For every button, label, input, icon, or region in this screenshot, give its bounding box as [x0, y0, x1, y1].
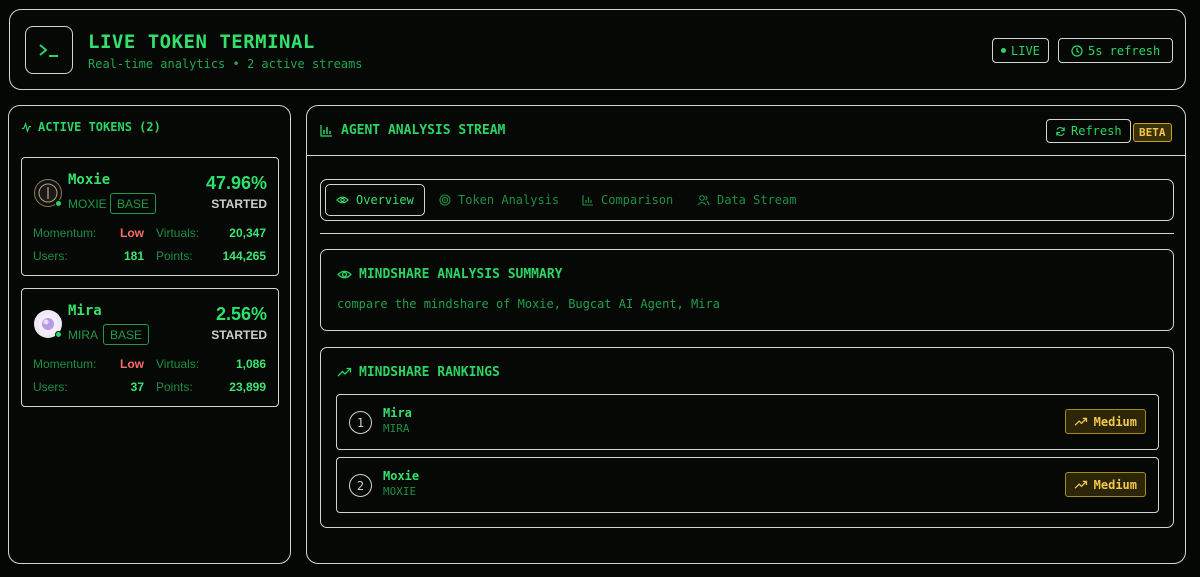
token-percent: 2.56% — [215, 304, 267, 324]
header-panel: LIVE TOKEN TERMINAL Real-time analytics … — [9, 9, 1186, 90]
online-dot-icon — [55, 331, 62, 338]
trending-up-icon — [1074, 480, 1087, 489]
users-icon — [697, 195, 710, 206]
mindshare-level-badge: Medium — [1064, 409, 1146, 434]
virtuals-label: Virtuals: — [156, 226, 200, 240]
mindshare-rankings-heading: MINDSHARE RANKINGS — [337, 365, 500, 380]
bar-chart-icon — [320, 125, 332, 137]
active-tokens-title: ACTIVE TOKENS (2) — [38, 120, 161, 134]
virtuals-value: 20,347 — [229, 226, 266, 240]
mindshare-summary-heading: MINDSHARE ANALYSIS SUMMARY — [337, 267, 563, 282]
trending-up-icon — [337, 367, 352, 377]
tab-comparison[interactable]: Comparison — [572, 184, 683, 216]
token-card-mira[interactable]: Mira MIRA BASE 2.56% STARTED Momentum: L… — [21, 288, 279, 407]
chain-badge: BASE — [110, 193, 157, 214]
clock-icon — [1071, 44, 1083, 57]
refresh-button[interactable]: Refresh — [1046, 119, 1131, 143]
rank-name: Mira — [383, 406, 412, 420]
active-tokens-panel: ACTIVE TOKENS (2) Moxie MOXIE BASE 47.96… — [8, 105, 291, 564]
mindshare-summary-title: MINDSHARE ANALYSIS SUMMARY — [359, 267, 563, 282]
token-symbol: MOXIE — [68, 197, 107, 211]
beta-badge: BETA — [1133, 123, 1172, 142]
activity-icon — [21, 121, 32, 133]
virtuals-label: Virtuals: — [156, 357, 200, 371]
active-tokens-heading: ACTIVE TOKENS (2) — [21, 120, 161, 134]
tab-bar: Overview Token Analysis Comparison Data … — [320, 179, 1174, 221]
points-label: Points: — [156, 380, 193, 394]
chain-badge: BASE — [103, 324, 150, 345]
rank-name: Moxie — [383, 469, 420, 483]
points-label: Points: — [156, 249, 193, 263]
refresh-interval-label: 5s refresh — [1088, 43, 1161, 58]
online-dot-icon — [55, 200, 62, 207]
refresh-label: Refresh — [1071, 124, 1122, 138]
header-divider — [307, 155, 1185, 156]
live-label: LIVE — [1011, 43, 1040, 58]
mindshare-rankings-title: MINDSHARE RANKINGS — [359, 365, 500, 380]
token-status: STARTED — [211, 197, 267, 211]
rank-symbol: MIRA — [383, 422, 410, 435]
momentum-value: Low — [120, 226, 144, 240]
refresh-interval-button[interactable]: 5s refresh — [1058, 38, 1174, 63]
mindshare-summary-box: MINDSHARE ANALYSIS SUMMARY compare the m… — [320, 249, 1174, 331]
terminal-icon — [25, 26, 73, 74]
mindshare-level-label: Medium — [1093, 414, 1137, 429]
mindshare-summary-text: compare the mindshare of Moxie, Bugcat A… — [337, 297, 720, 311]
users-label: Users: — [33, 380, 68, 394]
token-status: STARTED — [211, 328, 267, 342]
tab-overview-label: Overview — [356, 193, 414, 207]
ranking-row[interactable]: 1 Mira MIRA Medium — [336, 394, 1159, 450]
points-value: 144,265 — [222, 249, 266, 263]
trending-up-icon — [1074, 417, 1087, 426]
token-name: Moxie — [68, 172, 111, 188]
tab-token-analysis[interactable]: Token Analysis — [429, 184, 569, 216]
bar-chart-icon — [582, 195, 593, 206]
refresh-icon — [1056, 126, 1065, 136]
mindshare-level-badge: Medium — [1064, 472, 1146, 497]
momentum-label: Momentum: — [33, 357, 97, 371]
tab-token-analysis-label: Token Analysis — [458, 193, 560, 207]
rank-number: 2 — [349, 474, 372, 497]
eye-icon — [336, 196, 349, 204]
tab-data-stream-label: Data Stream — [717, 193, 797, 207]
eye-icon — [337, 270, 352, 279]
virtuals-value: 1,086 — [235, 357, 266, 371]
moxie-logo-icon — [38, 183, 58, 203]
users-label: Users: — [33, 249, 68, 263]
ranking-row[interactable]: 2 Moxie MOXIE Medium — [336, 457, 1159, 513]
rank-number: 1 — [349, 411, 372, 434]
token-percent: 47.96% — [205, 173, 267, 193]
token-name: Mira — [68, 303, 102, 319]
tab-divider — [320, 233, 1174, 234]
rank-symbol: MOXIE — [383, 485, 417, 498]
momentum-value: Low — [120, 357, 144, 371]
points-value: 23,899 — [229, 380, 266, 394]
momentum-label: Momentum: — [33, 226, 97, 240]
token-card-moxie[interactable]: Moxie MOXIE BASE 47.96% STARTED Momentum… — [21, 157, 279, 276]
users-value: 181 — [123, 249, 144, 263]
live-indicator: LIVE — [992, 38, 1049, 63]
page-subtitle: Real-time analytics • 2 active streams — [88, 57, 363, 71]
token-symbol: MIRA — [68, 328, 98, 342]
target-icon — [439, 194, 451, 206]
tab-comparison-label: Comparison — [601, 193, 674, 207]
mindshare-rankings-box: MINDSHARE RANKINGS 1 Mira MIRA Medium 2 … — [320, 347, 1174, 528]
tab-overview[interactable]: Overview — [325, 184, 425, 216]
agent-analysis-heading: AGENT ANALYSIS STREAM — [320, 123, 505, 138]
mindshare-level-label: Medium — [1093, 477, 1137, 492]
agent-analysis-title: AGENT ANALYSIS STREAM — [341, 123, 506, 138]
tab-data-stream[interactable]: Data Stream — [687, 184, 806, 216]
users-value: 37 — [130, 380, 144, 394]
page-title: LIVE TOKEN TERMINAL — [88, 31, 315, 53]
agent-analysis-panel: AGENT ANALYSIS STREAM Refresh BETA Overv… — [306, 105, 1186, 564]
live-dot-icon — [1001, 48, 1006, 53]
